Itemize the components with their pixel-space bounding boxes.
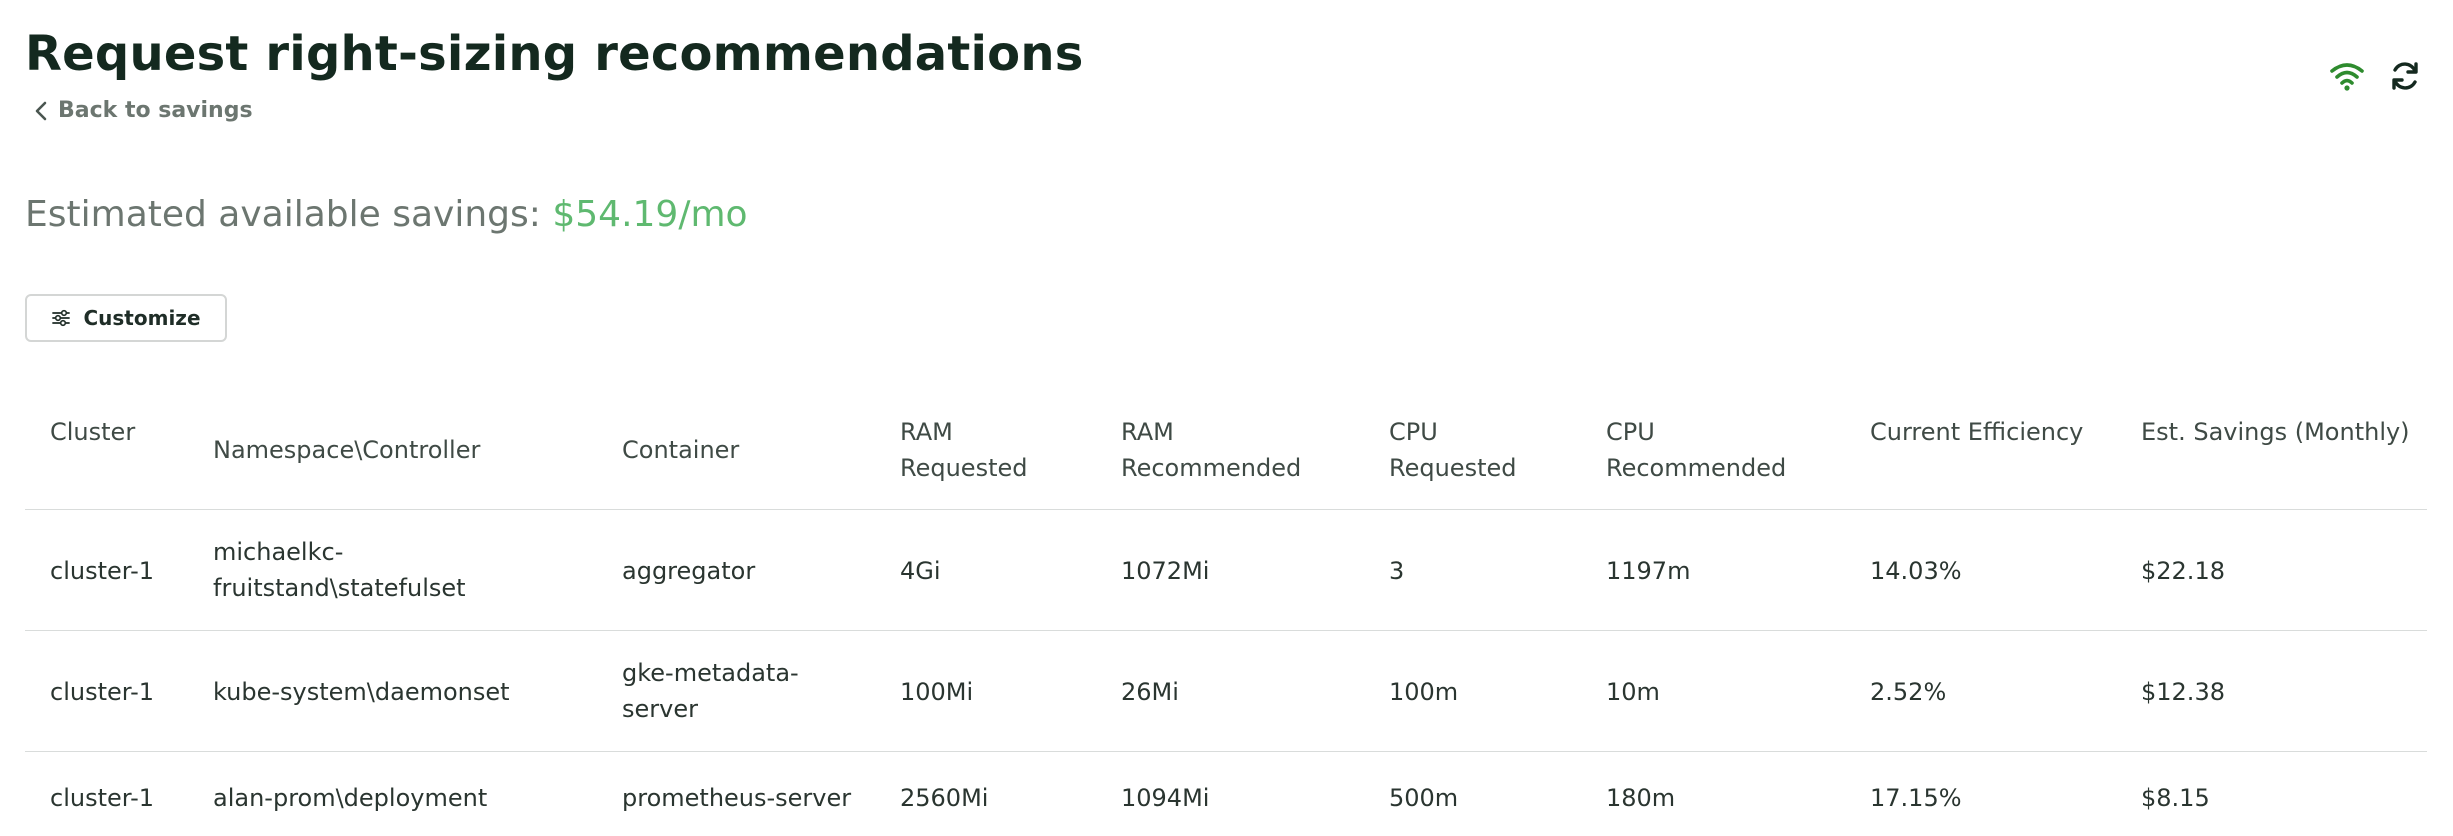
wifi-icon[interactable] (2329, 58, 2365, 94)
cell-cpu-recommended: 10m (1606, 678, 1660, 706)
back-link-label: Back to savings (58, 98, 253, 123)
page-title: Request right-sizing recommendations (25, 26, 1084, 82)
header-namespace-controller[interactable]: Namespace\Controller (213, 432, 613, 468)
cell-ram-recommended: 1094Mi (1121, 784, 1210, 812)
cell-ram-recommended: 26Mi (1121, 678, 1179, 706)
cell-current-efficiency: 2.52% (1870, 678, 1947, 706)
header-ram-requested-line2: Requested (900, 454, 1028, 482)
cell-cpu-recommended: 1197m (1606, 557, 1691, 585)
header-container[interactable]: Container (622, 432, 892, 468)
header-ram-recommended[interactable]: RAM Recommended (1121, 414, 1381, 486)
header-cluster[interactable]: Cluster (50, 414, 210, 450)
cell-namespace-controller: kube-system\daemonset (213, 678, 510, 706)
estimated-savings-amount: $54.19/mo (552, 194, 748, 235)
cell-namespace-controller: alan-prom\deployment (213, 784, 488, 812)
header-ram-requested[interactable]: RAM Requested (900, 414, 1110, 486)
back-to-savings-link[interactable]: Back to savings (34, 98, 253, 123)
cell-est-savings: $22.18 (2141, 557, 2225, 585)
cell-current-efficiency: 14.03% (1870, 557, 1962, 585)
cell-container: prometheus-server (622, 784, 852, 812)
cell-cpu-recommended: 180m (1606, 784, 1676, 812)
cell-namespace-line1: michaelkc- (213, 538, 344, 566)
sliders-icon (52, 309, 71, 327)
header-est-savings[interactable]: Est. Savings (Monthly) (2141, 414, 2431, 450)
cell-est-savings: $8.15 (2141, 784, 2210, 812)
refresh-icon[interactable] (2387, 58, 2423, 94)
cell-est-savings: $12.38 (2141, 678, 2225, 706)
table-row[interactable]: cluster-1 kube-system\daemonset gke-meta… (25, 631, 2427, 752)
cell-cluster: cluster-1 (50, 678, 155, 706)
cell-container: aggregator (622, 557, 756, 585)
cell-container-line2: server (622, 695, 698, 723)
cell-ram-requested: 100Mi (900, 678, 974, 706)
header-cpu-requested-line1: CPU (1389, 418, 1438, 446)
header-ram-recommended-line1: RAM (1121, 418, 1174, 446)
top-right-icons (2329, 58, 2423, 94)
cell-cluster: cluster-1 (50, 557, 155, 585)
estimated-savings-label: Estimated available savings: (25, 194, 541, 235)
cell-ram-requested: 4Gi (900, 557, 941, 585)
cell-cpu-requested: 100m (1389, 678, 1459, 706)
cell-namespace-line2: fruitstand\statefulset (213, 574, 466, 602)
cell-namespace-controller: michaelkc- fruitstand\statefulset (213, 534, 613, 606)
customize-button[interactable]: Customize (25, 294, 227, 342)
table-row[interactable]: cluster-1 alan-prom\deployment prometheu… (25, 752, 2427, 836)
recommendations-table: Cluster Namespace\Controller Container R… (25, 390, 2427, 836)
cell-cpu-requested: 500m (1389, 784, 1459, 812)
chevron-left-icon (35, 101, 47, 120)
page: Request right-sizing recommendations Bac… (0, 0, 2453, 836)
table-header-row: Cluster Namespace\Controller Container R… (25, 390, 2427, 510)
cell-ram-requested: 2560Mi (900, 784, 989, 812)
header-current-efficiency[interactable]: Current Efficiency (1870, 414, 2130, 450)
cell-container: gke-metadata- server (622, 655, 892, 727)
table-row[interactable]: cluster-1 michaelkc- fruitstand\stateful… (25, 510, 2427, 631)
cell-ram-recommended: 1072Mi (1121, 557, 1210, 585)
cell-container-line1: gke-metadata- (622, 659, 799, 687)
header-cpu-requested[interactable]: CPU Requested (1389, 414, 1589, 486)
cell-current-efficiency: 17.15% (1870, 784, 1962, 812)
cell-cluster: cluster-1 (50, 784, 155, 812)
header-cpu-recommended[interactable]: CPU Recommended (1606, 414, 1856, 486)
header-ram-requested-line1: RAM (900, 418, 953, 446)
customize-label: Customize (83, 306, 201, 330)
estimated-savings: Estimated available savings: $54.19/mo (25, 194, 748, 235)
header-cpu-requested-line2: Requested (1389, 454, 1517, 482)
header-ram-recommended-line2: Recommended (1121, 454, 1302, 482)
header-cpu-recommended-line2: Recommended (1606, 454, 1787, 482)
header-cpu-recommended-line1: CPU (1606, 418, 1655, 446)
cell-cpu-requested: 3 (1389, 557, 1405, 585)
